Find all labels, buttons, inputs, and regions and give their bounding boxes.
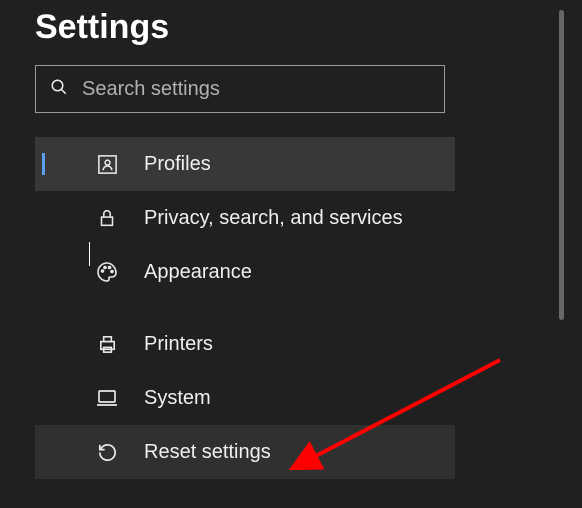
sidebar-item-label: Profiles (144, 153, 211, 176)
sidebar-item-appearance[interactable]: Appearance (35, 245, 455, 299)
sidebar-item-system[interactable]: System (35, 371, 455, 425)
sidebar-item-privacy[interactable]: Privacy, search, and services (35, 191, 455, 245)
person-rect-icon (94, 151, 120, 177)
sidebar-item-label: System (144, 387, 211, 410)
lock-icon (94, 205, 120, 231)
sidebar-item-label: Privacy, search, and services (144, 207, 403, 230)
search-box[interactable] (35, 65, 445, 113)
page-title: Settings (35, 8, 582, 47)
scrollbar-thumb[interactable] (559, 10, 564, 320)
sidebar-item-printers[interactable]: Printers (35, 317, 455, 371)
scrollbar[interactable] (559, 0, 564, 508)
sidebar-item-label: Printers (144, 333, 213, 356)
sidebar-item-profiles[interactable]: Profiles (35, 137, 455, 191)
search-icon (50, 78, 68, 101)
sidebar-item-reset[interactable]: Reset settings (35, 425, 455, 479)
sidebar-item-label: Reset settings (144, 441, 271, 464)
settings-panel: Settings Profiles (0, 0, 582, 479)
sidebar-list: Profiles Privacy, search, and services (35, 137, 455, 479)
palette-icon (94, 259, 120, 285)
sidebar-item-label: Appearance (144, 261, 252, 284)
search-input[interactable] (82, 78, 430, 101)
laptop-icon (94, 385, 120, 411)
printer-icon (94, 331, 120, 357)
reset-icon (94, 439, 120, 465)
